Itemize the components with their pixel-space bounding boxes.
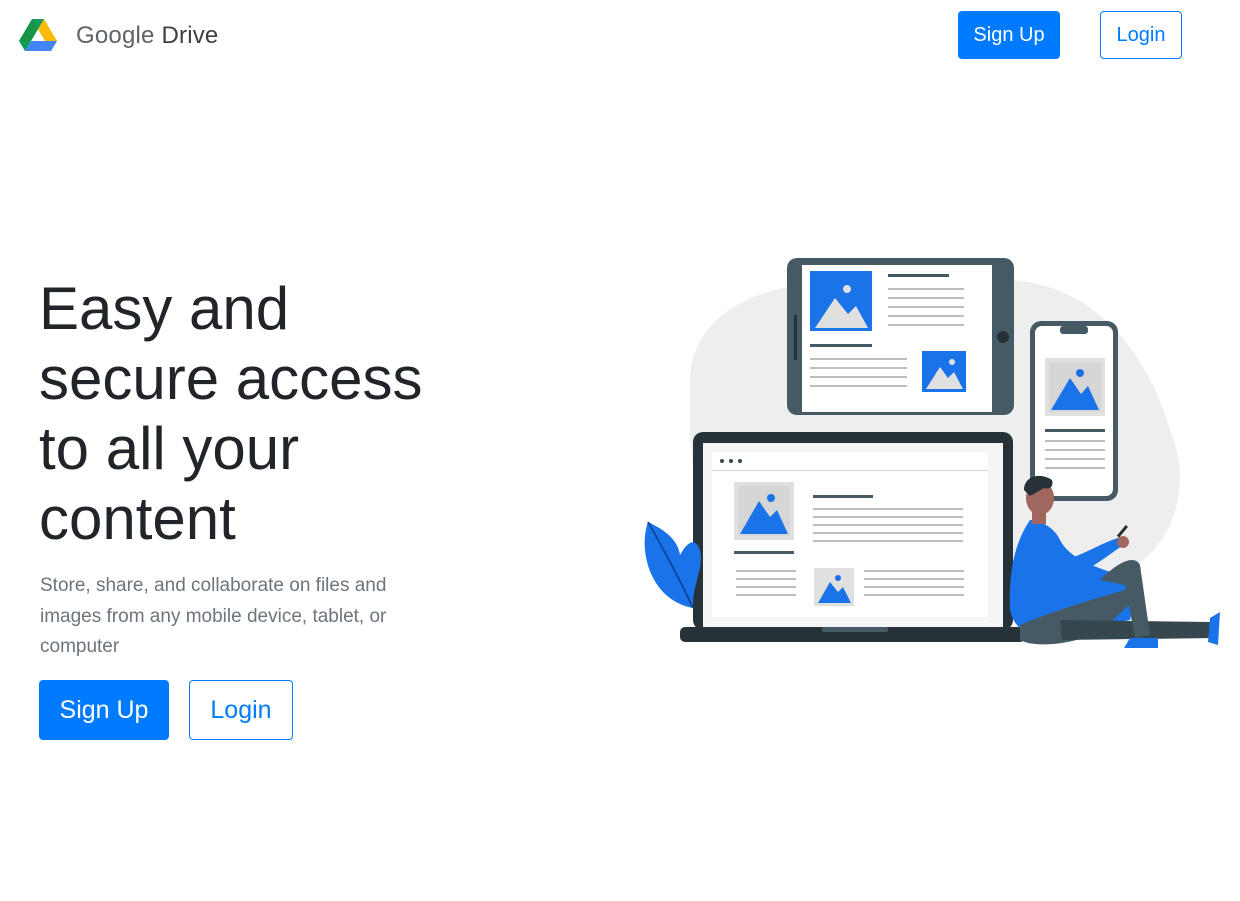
plant-decoration [644, 521, 701, 609]
google-drive-logo-icon [19, 19, 57, 51]
image-placeholder-icon [810, 271, 872, 331]
hero-title: Easy and secure access to all your conte… [39, 275, 423, 552]
brand[interactable]: Google Drive [18, 14, 218, 58]
tablet-device [787, 258, 1014, 415]
brand-drive-text: Drive [161, 22, 219, 49]
laptop-device [680, 432, 1025, 642]
navbar: Google Drive Sign Up Login [0, 0, 1240, 72]
nav-signup-button[interactable]: Sign Up [958, 11, 1060, 59]
image-placeholder-icon [922, 351, 966, 392]
hero-subtitle: Store, share, and collaborate on files a… [40, 575, 387, 657]
brand-google-text: Google [76, 22, 155, 49]
hero-login-button[interactable]: Login [189, 680, 293, 740]
hero-signup-button[interactable]: Sign Up [39, 680, 169, 740]
brand-name: Google Drive [76, 22, 218, 50]
devices-illustration [644, 258, 1220, 648]
phone-device [1030, 321, 1118, 501]
nav-login-button[interactable]: Login [1100, 11, 1182, 59]
